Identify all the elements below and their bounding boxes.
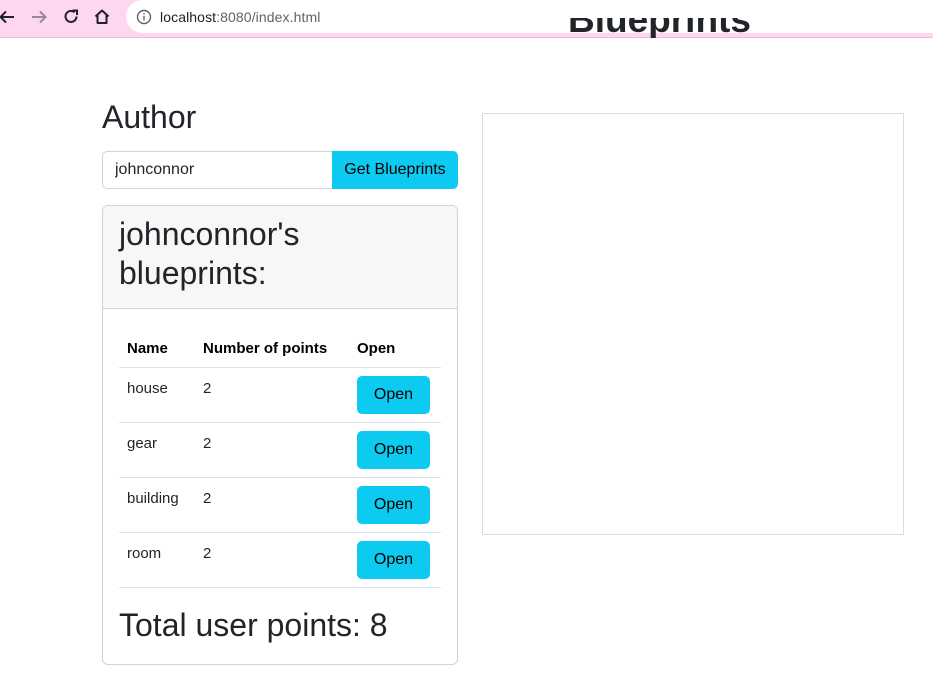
total-user-points: Total user points: 8	[119, 606, 388, 643]
forward-icon[interactable]	[26, 4, 52, 30]
open-button[interactable]: Open	[357, 430, 430, 469]
open-cell: Open	[349, 367, 441, 423]
column-header-points: Number of points	[195, 327, 349, 368]
blueprint-points: 2	[195, 477, 349, 533]
table-row: gear 2 Open	[119, 422, 441, 478]
table-header-row: Name Number of points Open	[119, 327, 441, 368]
blueprint-points: 2	[195, 532, 349, 588]
table-row: building 2 Open	[119, 477, 441, 533]
column-header-open: Open	[349, 327, 441, 368]
blueprint-name: building	[119, 477, 195, 533]
author-heading: Author	[102, 99, 197, 135]
info-icon[interactable]	[136, 9, 152, 25]
blueprint-points: 2	[195, 422, 349, 478]
blueprint-points: 2	[195, 367, 349, 423]
blueprint-name: gear	[119, 422, 195, 478]
blueprints-heading: johnconnor's blueprints:	[119, 215, 441, 293]
open-button[interactable]: Open	[357, 485, 430, 524]
back-icon[interactable]	[0, 4, 20, 30]
blueprints-card: johnconnor's blueprints: Name Number of …	[102, 205, 458, 665]
open-cell: Open	[349, 477, 441, 533]
author-input[interactable]	[102, 151, 333, 189]
get-blueprints-button[interactable]: Get Blueprints	[332, 151, 458, 189]
blueprint-name: house	[119, 367, 195, 423]
browser-toolbar: localhost:8080/index.html	[0, 0, 933, 38]
blueprints-heading-label: blueprints:	[119, 255, 267, 291]
home-icon[interactable]	[89, 4, 115, 30]
blueprint-canvas[interactable]	[482, 113, 904, 535]
blueprints-heading-author: johnconnor's	[119, 216, 300, 252]
url-text: localhost:8080/index.html	[160, 9, 321, 25]
blueprint-name: room	[119, 532, 195, 588]
open-button[interactable]: Open	[357, 540, 430, 579]
address-bar[interactable]: localhost:8080/index.html	[126, 0, 933, 33]
open-cell: Open	[349, 532, 441, 588]
column-header-name: Name	[119, 327, 195, 368]
blueprints-table: Name Number of points Open house 2 Open …	[119, 327, 441, 588]
open-cell: Open	[349, 422, 441, 478]
table-row: room 2 Open	[119, 532, 441, 588]
card-header: johnconnor's blueprints:	[103, 206, 457, 309]
url-path: :8080/index.html	[216, 8, 321, 25]
card-body: Name Number of points Open house 2 Open …	[103, 309, 457, 644]
reload-icon[interactable]	[58, 4, 84, 30]
url-host: localhost	[160, 8, 217, 25]
table-row: house 2 Open	[119, 367, 441, 423]
open-button[interactable]: Open	[357, 375, 430, 414]
